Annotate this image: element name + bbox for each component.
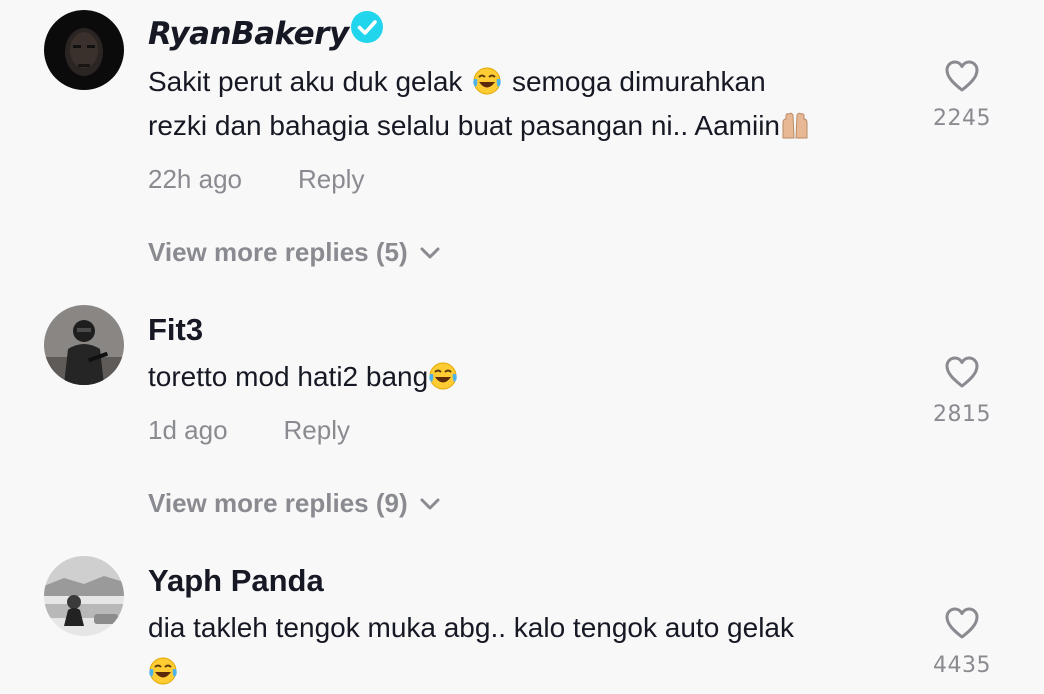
like-button[interactable]: 2245 bbox=[920, 58, 1004, 131]
username[interactable]: RyanBakery bbox=[148, 16, 349, 52]
tears-of-joy-emoji bbox=[429, 362, 457, 390]
tears-of-joy-emoji bbox=[473, 67, 501, 95]
avatar[interactable] bbox=[44, 10, 124, 90]
view-more-replies-button[interactable]: View more replies (5) bbox=[148, 237, 440, 268]
comment-text-part: toretto mod hati2 bang bbox=[148, 361, 429, 392]
palms-up-together-emoji bbox=[782, 112, 808, 139]
like-button[interactable]: 2815 bbox=[920, 354, 1004, 427]
comment-text-part: rezki dan bahagia selalu buat pasangan n… bbox=[148, 110, 780, 141]
avatar[interactable] bbox=[44, 305, 124, 385]
view-more-label: View more replies (9) bbox=[148, 488, 408, 518]
comment-text: toretto mod hati2 bang bbox=[148, 355, 908, 399]
username[interactable]: Fit3 bbox=[148, 312, 203, 348]
view-more-label: View more replies (5) bbox=[148, 237, 408, 267]
comment-text-part: dia takleh tengok muka abg.. kalo tengok… bbox=[148, 612, 794, 643]
verified-check-icon bbox=[351, 11, 383, 43]
comment-text: Sakit perut aku duk gelak semoga dimurah… bbox=[148, 60, 908, 148]
comment-meta: 22h ago Reply bbox=[148, 164, 364, 195]
timestamp: 22h ago bbox=[148, 164, 242, 194]
avatar[interactable] bbox=[44, 556, 124, 636]
comment-text: dia takleh tengok muka abg.. kalo tengok… bbox=[148, 606, 908, 694]
comment-meta: 1d ago Reply bbox=[148, 415, 350, 446]
timestamp: 1d ago bbox=[148, 415, 228, 445]
chevron-down-icon bbox=[420, 498, 440, 510]
comment-text-part: Sakit perut aku duk gelak bbox=[148, 66, 463, 97]
like-button[interactable]: 4435 bbox=[920, 605, 1004, 678]
view-more-replies-button[interactable]: View more replies (9) bbox=[148, 488, 440, 519]
heart-outline-icon[interactable] bbox=[943, 354, 981, 390]
like-count: 4435 bbox=[933, 653, 991, 678]
username[interactable]: Yaph Panda bbox=[148, 563, 324, 599]
heart-outline-icon[interactable] bbox=[943, 58, 981, 94]
like-count: 2815 bbox=[933, 402, 991, 427]
comment-text-part: semoga dimurahkan bbox=[511, 66, 766, 97]
tears-of-joy-emoji bbox=[149, 657, 177, 685]
heart-outline-icon[interactable] bbox=[943, 605, 981, 641]
like-count: 2245 bbox=[933, 106, 991, 131]
chevron-down-icon bbox=[420, 247, 440, 259]
reply-button[interactable]: Reply bbox=[298, 164, 364, 195]
reply-button[interactable]: Reply bbox=[284, 415, 350, 446]
